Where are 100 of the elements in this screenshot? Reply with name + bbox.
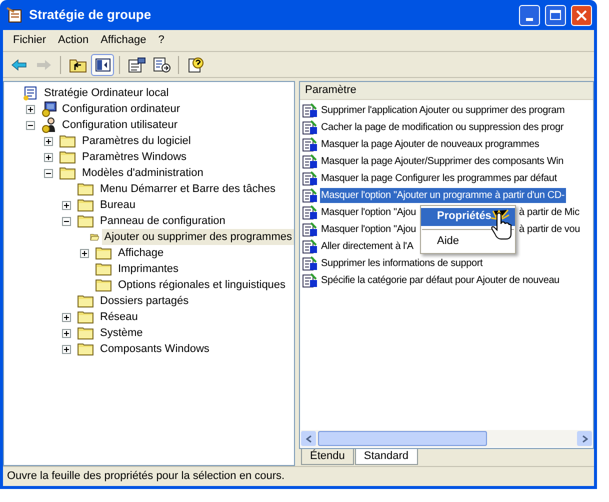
status-text: Ouvre la feuille des propriétés pour la sélection en cours.: [6, 469, 286, 484]
tree-item[interactable]: Configuration utilisateur: [60, 116, 180, 134]
folder-icon: [77, 294, 95, 308]
tree-pane-icon: [94, 58, 110, 72]
setting-icon: [302, 154, 318, 170]
setting-icon: [302, 272, 318, 288]
menu-item[interactable]: Action: [52, 32, 95, 49]
menu-item[interactable]: Fichier: [7, 32, 52, 49]
minimize-button[interactable]: [519, 4, 540, 26]
setting-row[interactable]: Masquer la page Ajouter de nouveaux programmes: [320, 137, 540, 152]
plus-icon: [63, 314, 70, 320]
collapse-toggle[interactable]: [62, 216, 71, 226]
folder-icon: [95, 246, 113, 260]
setting-icon: [302, 136, 318, 152]
setting-row-tail: à partir de vou: [519, 223, 580, 237]
folder-icon: [59, 166, 77, 180]
export-list-icon: [152, 56, 170, 72]
computer-gear-icon: [41, 101, 57, 117]
tree-item[interactable]: Menu Démarrer et Barre des tâches: [98, 180, 278, 198]
plus-icon: [63, 202, 70, 208]
expand-toggle[interactable]: [62, 312, 71, 322]
expand-toggle[interactable]: [44, 136, 53, 146]
expand-toggle[interactable]: [80, 248, 89, 258]
policy-scroll-icon: [23, 85, 39, 101]
view-tab[interactable]: Étendu: [301, 449, 354, 465]
tree-item[interactable]: Panneau de configuration: [98, 212, 228, 230]
folder-icon: [77, 182, 95, 196]
horizontal-scrollbar[interactable]: [301, 430, 592, 447]
setting-row[interactable]: Masquer l'option "Ajou: [320, 205, 418, 220]
plus-icon: [45, 154, 52, 160]
tree-item[interactable]: Système: [98, 324, 145, 342]
tree-item[interactable]: Modèles d'administration: [80, 164, 206, 182]
expand-toggle[interactable]: [26, 104, 35, 114]
tree-item[interactable]: Configuration ordinateur: [60, 100, 182, 118]
window-title: Stratégie de groupe: [29, 6, 152, 24]
folder-icon: [59, 134, 77, 148]
setting-row[interactable]: Spécifie la catégorie par défaut pour Ajouter de nouveau: [320, 273, 560, 288]
tree-item[interactable]: Composants Windows: [98, 340, 212, 358]
forward-arrow-icon: [36, 58, 52, 70]
maximize-button[interactable]: [545, 4, 566, 26]
setting-row[interactable]: Aller directement à l'A: [320, 239, 414, 254]
plus-icon: [63, 330, 70, 336]
expand-toggle[interactable]: [62, 328, 71, 338]
setting-row[interactable]: Masquer la page Configurer les programmes par défaut: [320, 171, 558, 186]
menu-item[interactable]: Affichage: [94, 32, 152, 49]
setting-row-tail: à partir de Mic: [519, 206, 580, 220]
folder-icon: [77, 342, 95, 356]
tree-item[interactable]: Paramètres du logiciel: [80, 132, 193, 150]
tree-item[interactable]: Stratégie Ordinateur local: [42, 84, 171, 102]
setting-icon: [302, 120, 318, 136]
menu-item[interactable]: ?: [152, 32, 170, 49]
folder-up-icon: [68, 56, 86, 72]
close-button[interactable]: [571, 4, 592, 26]
expand-toggle[interactable]: [62, 200, 71, 210]
setting-icon: [302, 188, 318, 204]
tree-item[interactable]: Affichage: [116, 244, 166, 262]
tree-item[interactable]: Dossiers partagés: [98, 292, 191, 310]
tree-item[interactable]: Paramètres Windows: [80, 148, 189, 166]
properties-icon: [128, 56, 146, 72]
setting-row[interactable]: Masquer l'option "Ajouter un programme à partir d'un CD-: [320, 188, 566, 203]
folder-icon: [95, 278, 113, 292]
plus-icon: [27, 106, 34, 112]
folder-icon: [77, 198, 95, 212]
folder-icon: [95, 262, 113, 276]
plus-icon: [45, 138, 52, 144]
help-icon: [186, 56, 204, 72]
folder-icon: [77, 326, 95, 340]
tree-item[interactable]: Imprimantes: [116, 260, 181, 278]
setting-row[interactable]: Cacher la page de modification ou suppression des progr: [320, 120, 564, 135]
folder-icon: [77, 310, 95, 324]
plus-icon: [81, 250, 88, 256]
app-icon: [6, 6, 24, 24]
tree-button[interactable]: [91, 54, 114, 76]
folder-icon: [59, 150, 77, 164]
user-gear-icon: [41, 117, 57, 133]
tree-item[interactable]: Ajouter ou supprimer des programmes: [102, 228, 294, 246]
tree-item[interactable]: Bureau: [98, 196, 138, 214]
plus-icon: [63, 346, 70, 352]
collapse-toggle[interactable]: [44, 168, 53, 178]
expand-toggle[interactable]: [44, 152, 53, 162]
setting-row[interactable]: Masquer la page Ajouter/Supprimer des composants Win: [320, 154, 565, 169]
collapse-toggle[interactable]: [26, 120, 35, 130]
folder-icon: [77, 214, 95, 228]
setting-row[interactable]: Masquer l'option "Ajou: [320, 222, 418, 237]
setting-icon: [302, 102, 318, 118]
back-arrow-icon: [10, 58, 26, 70]
column-header[interactable]: Paramètre: [300, 82, 593, 100]
tree-item[interactable]: Options régionales et linguistiques: [116, 276, 288, 294]
tree-item[interactable]: Réseau: [98, 308, 140, 326]
view-tab[interactable]: Standard: [354, 449, 418, 465]
setting-row[interactable]: Supprimer les informations de support: [320, 256, 484, 271]
setting-icon: [302, 204, 318, 220]
setting-row[interactable]: Supprimer l'application Ajouter ou supprimer des program: [320, 103, 566, 118]
setting-icon: [302, 170, 318, 186]
scroll-right-icon: [582, 434, 588, 442]
setting-icon: [302, 222, 318, 238]
close-icon: [576, 10, 587, 20]
setting-icon: [302, 238, 318, 254]
scroll-left-icon: [306, 434, 312, 442]
expand-toggle[interactable]: [62, 344, 71, 354]
